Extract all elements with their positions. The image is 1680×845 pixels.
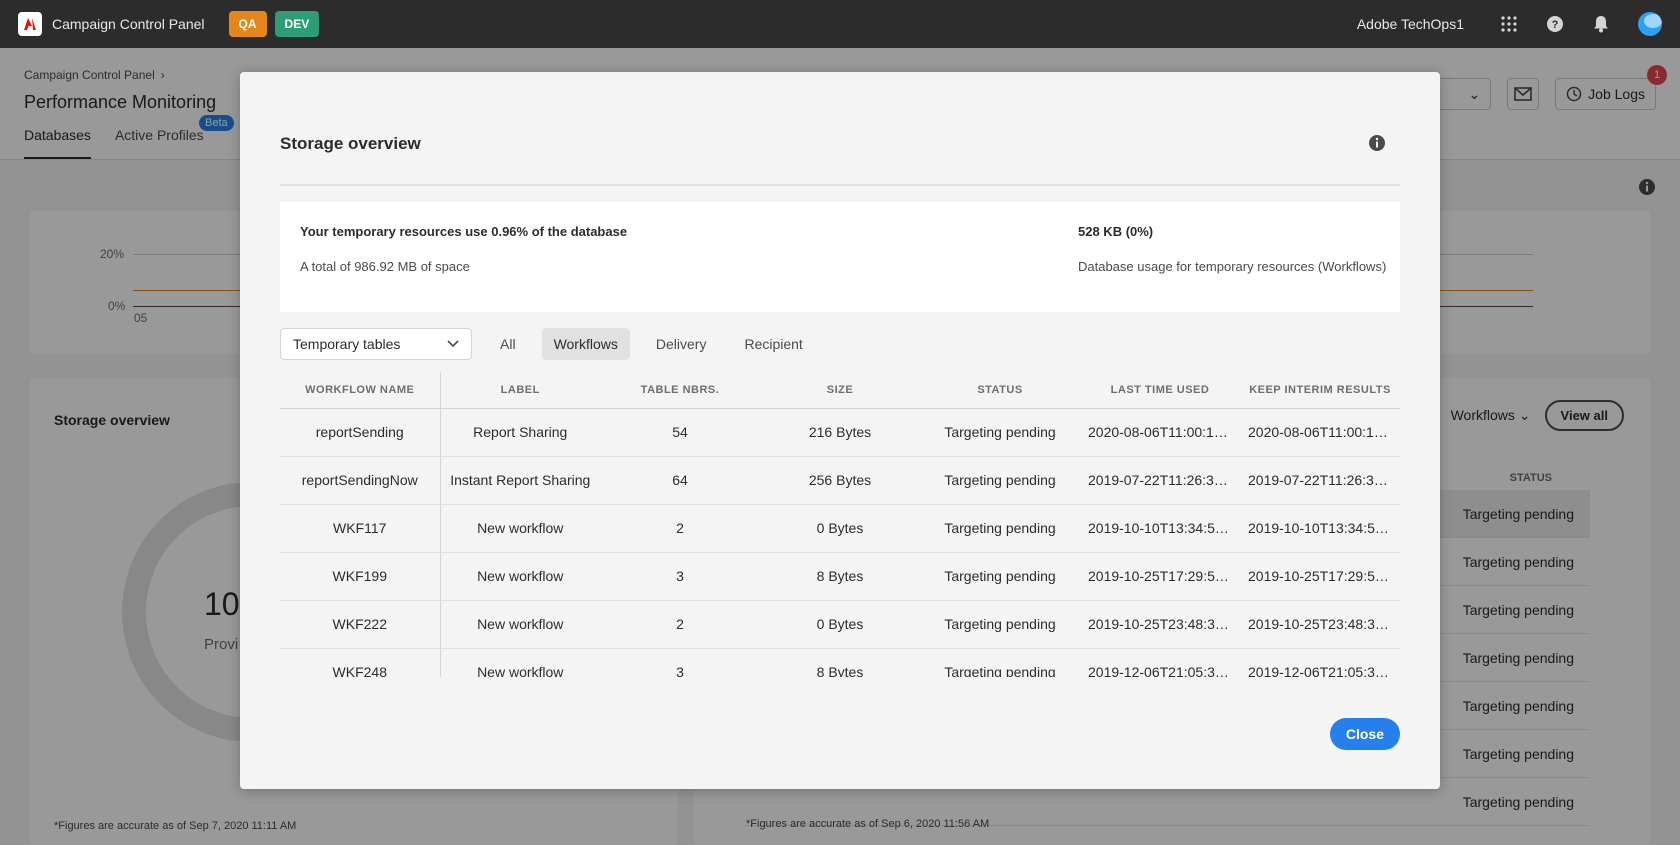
column-header-table-nbrs[interactable]: TABLE NBRS. — [600, 372, 760, 409]
cell-keep-interim-results: 2020-08-06T11:00:14.... — [1240, 408, 1400, 457]
cell-status: Targeting pending — [920, 552, 1080, 601]
cell-last-time-used: 2019-10-25T17:29:53.... — [1080, 552, 1240, 601]
apps-grid-icon[interactable] — [1499, 14, 1519, 34]
cell-workflow-name: reportSending — [280, 408, 441, 457]
app-title[interactable]: Campaign Control Panel — [52, 16, 205, 32]
temporary-tables-table[interactable]: WORKFLOW NAME LABEL TABLE NBRS. SIZE STA… — [280, 372, 1400, 677]
info-icon[interactable] — [1368, 134, 1386, 157]
table-row[interactable]: reportSendingNow Instant Report Sharing … — [280, 456, 1400, 505]
table-row[interactable]: WKF222 New workflow 2 0 Bytes Targeting … — [280, 600, 1400, 649]
table-type-value: Temporary tables — [293, 336, 401, 352]
table-type-dropdown[interactable]: Temporary tables — [280, 328, 472, 360]
dialog-divider — [280, 184, 1400, 186]
cell-last-time-used: 2019-10-25T23:48:33.... — [1080, 600, 1240, 649]
filter-tab-all[interactable]: All — [488, 328, 528, 360]
cell-keep-interim-results: 2019-10-10T13:34:53.... — [1240, 504, 1400, 553]
cell-keep-interim-results: 2019-07-22T11:26:36.... — [1240, 456, 1400, 505]
cell-keep-interim-results: 2019-12-06T21:05:33.... — [1240, 648, 1400, 677]
cell-table-nbrs: 2 — [600, 600, 760, 649]
column-header-size[interactable]: SIZE — [760, 372, 920, 409]
cell-status: Targeting pending — [920, 648, 1080, 677]
env-badge-qa[interactable]: QA — [228, 11, 267, 37]
user-avatar[interactable] — [1638, 12, 1662, 36]
cell-workflow-name: WKF199 — [280, 552, 441, 601]
column-header-status[interactable]: STATUS — [920, 372, 1080, 409]
cell-status: Targeting pending — [920, 600, 1080, 649]
cell-keep-interim-results: 2019-10-25T17:29:53.... — [1240, 552, 1400, 601]
help-icon[interactable]: ? — [1545, 14, 1565, 34]
cell-label: New workflow — [440, 648, 600, 677]
summary-headline: Your temporary resources use 0.96% of th… — [300, 224, 628, 239]
cell-table-nbrs: 3 — [600, 552, 760, 601]
cell-table-nbrs: 2 — [600, 504, 760, 553]
column-header-keep-interim-results[interactable]: KEEP INTERIM RESULTS — [1240, 372, 1400, 409]
column-header-workflow-name[interactable]: WORKFLOW NAME — [280, 372, 441, 409]
summary-size: 528 KB (0%) — [1078, 224, 1154, 239]
column-header-label[interactable]: LABEL — [440, 372, 600, 409]
cell-status: Targeting pending — [920, 504, 1080, 553]
dialog-title: Storage overview — [280, 134, 421, 153]
cell-label: Report Sharing — [440, 408, 600, 457]
top-bar: Campaign Control Panel QA DEV Adobe Tech… — [0, 0, 1680, 48]
cell-workflow-name: WKF222 — [280, 600, 441, 649]
env-badge-dev[interactable]: DEV — [274, 11, 320, 37]
cell-status: Targeting pending — [920, 456, 1080, 505]
cell-size: 0 Bytes — [760, 600, 920, 649]
cell-size: 256 Bytes — [760, 456, 920, 505]
summary-size-description: Database usage for temporary resources (… — [1078, 259, 1387, 274]
storage-summary: Your temporary resources use 0.96% of th… — [280, 202, 1400, 312]
filter-tab-recipient[interactable]: Recipient — [732, 328, 814, 360]
summary-total: A total of 986.92 MB of space — [300, 259, 470, 274]
cell-workflow-name: WKF248 — [280, 648, 441, 677]
cell-label: Instant Report Sharing — [440, 456, 600, 505]
cell-workflow-name: WKF117 — [280, 504, 441, 553]
cell-size: 8 Bytes — [760, 552, 920, 601]
adobe-logo-icon[interactable] — [18, 12, 42, 36]
table-row[interactable]: WKF199 New workflow 3 8 Bytes Targeting … — [280, 552, 1400, 601]
table-row[interactable]: WKF248 New workflow 3 8 Bytes Targeting … — [280, 648, 1400, 677]
storage-overview-dialog: Storage overview Your temporary resource… — [240, 72, 1440, 789]
org-switcher[interactable]: Adobe TechOps1 — [1357, 16, 1464, 32]
cell-size: 8 Bytes — [760, 648, 920, 677]
table-row[interactable]: reportSending Report Sharing 54 216 Byte… — [280, 408, 1400, 457]
cell-last-time-used: 2019-12-06T21:05:33.... — [1080, 648, 1240, 677]
cell-table-nbrs: 3 — [600, 648, 760, 677]
cell-table-nbrs: 54 — [600, 408, 760, 457]
cell-size: 0 Bytes — [760, 504, 920, 553]
table-row[interactable]: WKF117 New workflow 2 0 Bytes Targeting … — [280, 504, 1400, 553]
table-filters: Temporary tables All Workflows Delivery … — [280, 328, 815, 360]
cell-last-time-used: 2019-10-10T13:34:53.... — [1080, 504, 1240, 553]
cell-table-nbrs: 64 — [600, 456, 760, 505]
table-header-row: WORKFLOW NAME LABEL TABLE NBRS. SIZE STA… — [280, 372, 1400, 409]
cell-last-time-used: 2020-08-06T11:00:14.... — [1080, 408, 1240, 457]
cell-last-time-used: 2019-07-22T11:26:36.... — [1080, 456, 1240, 505]
cell-status: Targeting pending — [920, 408, 1080, 457]
svg-text:?: ? — [1552, 19, 1559, 31]
chevron-down-icon — [447, 340, 459, 348]
cell-keep-interim-results: 2019-10-25T23:48:33.... — [1240, 600, 1400, 649]
column-header-last-time-used[interactable]: LAST TIME USED — [1080, 372, 1240, 409]
cell-label: New workflow — [440, 552, 600, 601]
cell-label: New workflow — [440, 600, 600, 649]
notifications-bell-icon[interactable] — [1591, 14, 1611, 34]
close-button[interactable]: Close — [1329, 718, 1400, 750]
cell-label: New workflow — [440, 504, 600, 553]
filter-tab-workflows[interactable]: Workflows — [541, 328, 630, 360]
cell-workflow-name: reportSendingNow — [280, 456, 441, 505]
cell-size: 216 Bytes — [760, 408, 920, 457]
filter-tab-delivery[interactable]: Delivery — [644, 328, 719, 360]
